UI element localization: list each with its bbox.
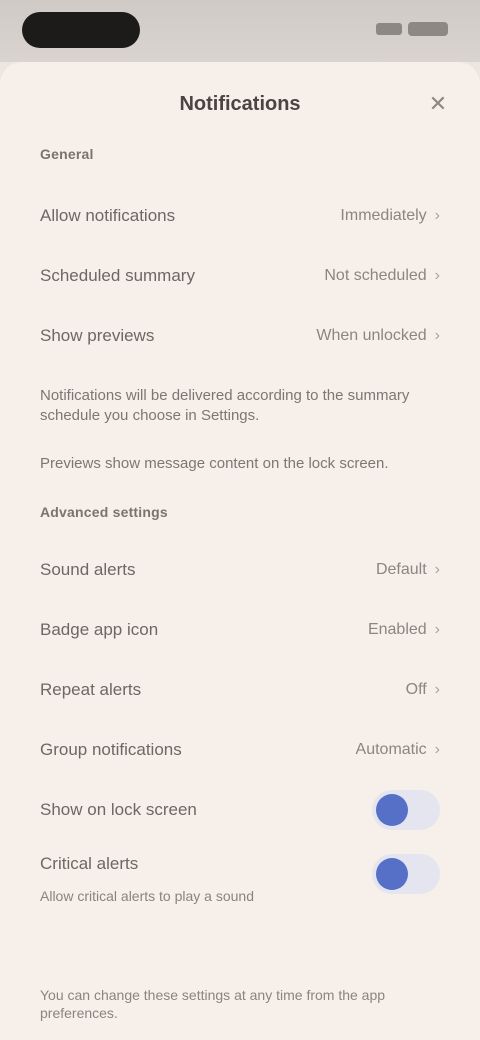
chevron-right-icon: › [434, 207, 440, 224]
row-value: Off › [406, 681, 440, 699]
row-critical-alerts: Critical alerts Allow critical alerts to… [0, 840, 480, 920]
row-label: Scheduled summary [40, 266, 195, 285]
row-value-text: Immediately [340, 207, 427, 224]
footer-note: You can change these settings at any tim… [40, 987, 386, 1021]
chevron-right-icon: › [434, 741, 440, 758]
chevron-right-icon: › [434, 681, 440, 698]
signal-icon [376, 23, 402, 35]
row-label: Group notifications [40, 740, 182, 759]
row-label: Allow notifications [40, 206, 176, 225]
page-title: Notifications [179, 92, 301, 115]
row-label: Show on lock screen [40, 800, 197, 819]
sheet-header: Notifications ✕ [0, 62, 480, 146]
row-label: Sound alerts [40, 560, 136, 579]
row-group-notifications[interactable]: Group notifications Automatic › [0, 720, 480, 780]
chevron-right-icon: › [434, 267, 440, 284]
close-icon[interactable]: ✕ [424, 90, 452, 118]
row-show-on-lock-screen: Show on lock screen [0, 780, 480, 840]
chevron-right-icon: › [434, 327, 440, 344]
row-value: Immediately › [340, 207, 440, 225]
status-icons [376, 22, 448, 36]
row-label: Show previews [40, 326, 155, 345]
row-label: Badge app icon [40, 620, 159, 639]
row-value: When unlocked › [316, 327, 440, 345]
row-value: Default › [376, 561, 440, 579]
row-label: Repeat alerts [40, 680, 142, 699]
row-label: Critical alerts [40, 854, 139, 873]
row-badge-app-icon[interactable]: Badge app icon Enabled › [0, 600, 480, 660]
row-value-text: Off [405, 681, 427, 698]
dynamic-island [22, 12, 140, 48]
section-advanced-label: Advanced settings [40, 504, 168, 520]
battery-icon [408, 22, 448, 36]
section-general-label: General [40, 146, 94, 162]
info-note: Previews show message content on the loc… [40, 455, 389, 472]
critical-alerts-toggle[interactable] [372, 854, 440, 894]
chevron-right-icon: › [434, 561, 440, 578]
toggle-knob [376, 858, 408, 890]
row-value-text: When unlocked [316, 327, 427, 344]
settings-sheet: Notifications ✕ General Allow notificati… [0, 62, 480, 1040]
row-value: Automatic › [356, 741, 440, 759]
status-bar [0, 0, 480, 62]
row-value-text: Enabled [367, 621, 427, 638]
row-value: Enabled › [368, 621, 440, 639]
row-value-text: Not scheduled [324, 267, 427, 284]
row-text: Critical alerts Allow critical alerts to… [40, 854, 254, 904]
row-value-text: Automatic [355, 741, 427, 758]
row-show-previews[interactable]: Show previews When unlocked › [0, 306, 480, 366]
row-value: Not scheduled › [324, 267, 440, 285]
row-value-text: Default [375, 561, 427, 578]
chevron-right-icon: › [434, 621, 440, 638]
row-repeat-alerts[interactable]: Repeat alerts Off › [0, 660, 480, 720]
row-scheduled-summary[interactable]: Scheduled summary Not scheduled › [0, 246, 480, 306]
row-allow-notifications[interactable]: Allow notifications Immediately › [0, 186, 480, 246]
toggle-knob [376, 794, 408, 826]
row-sound-alerts[interactable]: Sound alerts Default › [0, 540, 480, 600]
lock-screen-toggle[interactable] [372, 790, 440, 830]
info-note: Notifications will be delivered accordin… [40, 387, 410, 424]
row-subtitle: Allow critical alerts to play a sound [40, 888, 254, 904]
